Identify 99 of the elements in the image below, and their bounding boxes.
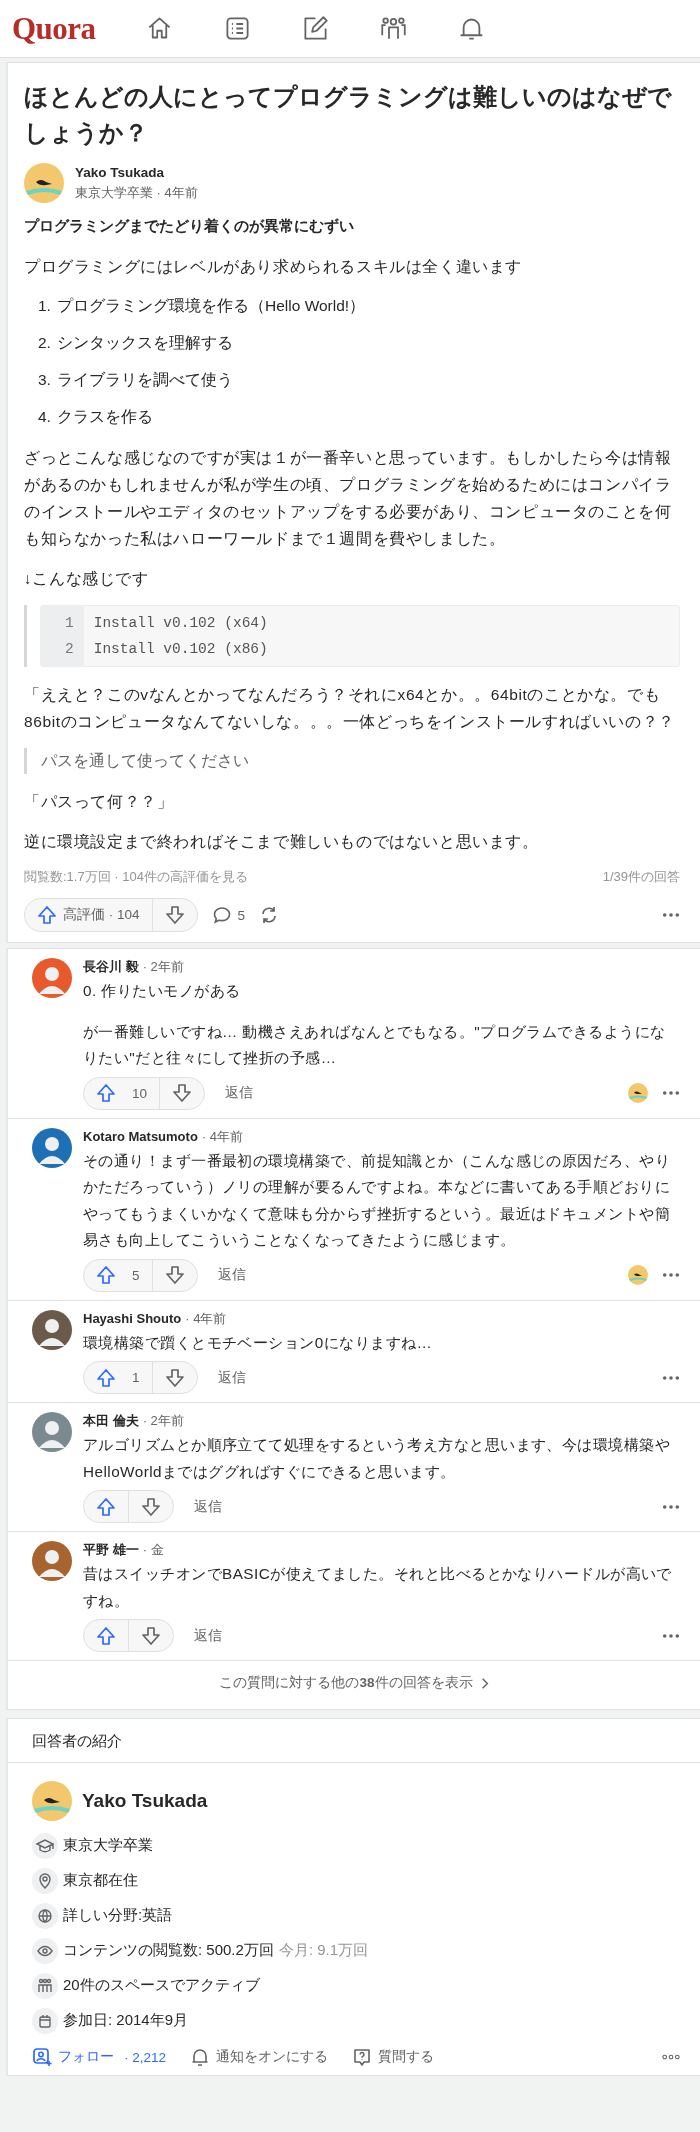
list-number: 4. (38, 407, 52, 427)
upvote-button[interactable]: 5 (84, 1259, 153, 1291)
location-pin-icon (32, 1867, 58, 1894)
author-credential: 東京大学卒業 · 4年前 (75, 184, 198, 202)
question-title[interactable]: ほとんどの人にとってプログラミングは難しいのはなぜでしょうか？ (24, 79, 680, 151)
code-line: Install v0.102 (x86) (93, 640, 268, 659)
list-icon[interactable] (223, 15, 251, 42)
list-item: ライブラリを調べて使う (57, 370, 233, 390)
profile-detail: コンテンツの閲覧数: 500.2万回 (63, 1941, 274, 1960)
people-icon (32, 1972, 58, 1999)
list-item: プログラミング環境を作る（Hello World!） (57, 296, 366, 316)
comment-time: · 金 (142, 1542, 164, 1557)
more-icon[interactable] (662, 1272, 680, 1278)
avatar-icon[interactable] (32, 1309, 72, 1350)
avatar-icon[interactable] (32, 1781, 72, 1821)
calendar-icon (32, 2007, 58, 2034)
profile-detail-extra: 今月: 9.1万回 (278, 1941, 369, 1960)
downvote-icon (141, 1625, 161, 1646)
globe-icon (32, 1902, 58, 1929)
answer-paragraph: 「パスって何？？」 (24, 792, 175, 812)
profile-detail: 東京大学卒業 (63, 1836, 153, 1855)
profile-detail: 詳しい分野:英語 (63, 1906, 173, 1925)
answer-paragraph: プログラミングにはレベルがあり求められるスキルは全く違います (24, 257, 523, 277)
comments-button[interactable]: 5 (203, 905, 254, 925)
more-icon[interactable] (662, 2054, 680, 2060)
question-icon (352, 2047, 373, 2067)
comment-time: · 2年前 (142, 959, 184, 974)
comment-text: 昔はスイッチオンでBASICが使えてました。それと比べるとかなりハードルが高いですね。 (83, 1564, 673, 1611)
chevron-icon (480, 1677, 489, 1689)
line-number: 1 (65, 614, 74, 633)
bell-icon (190, 2047, 211, 2067)
ask-button[interactable]: 質問する (352, 2047, 435, 2067)
line-number: 2 (65, 640, 74, 659)
comment-text: その通り！まず一番最初の環境構築で、前提知識とか（こんな感じの原因だろ、やりかただろっていう）ノリの理解が要るんですよね。本などに書いてある手順どおりにやってもうまくいかなくて意味も分からず挫折するという。最近はドキュメントや簡易さも向上してこういうことなくなってきたように感じます。 (83, 1150, 672, 1250)
blockquote: パスを通して使ってください (24, 748, 680, 774)
more-icon[interactable] (662, 1090, 680, 1096)
answer-paragraph: ざっとこんな感じなのですが実は１が一番辛いと思っています。もしかしたら今は情報があるのかもしれませんが私が学生の頃、プログラミングを始めるためにはコンパイラのインストールやエディタのセットアップをする必要があり、コンピュータのことを何も知らなかった私はハローワールドまで１週間を費やしました。 (24, 448, 673, 549)
profile-name[interactable]: Yako Tsukada (82, 1790, 208, 1812)
commenter-name[interactable]: Hayashi Shouto (83, 1310, 182, 1326)
section-title: 回答者の紹介 (8, 1719, 700, 1763)
upvote-icon (96, 1083, 116, 1103)
list-number: 3. (38, 370, 52, 390)
more-icon[interactable] (662, 1503, 680, 1510)
downvote-icon (141, 1496, 161, 1517)
follow-button[interactable]: フォロー · 2,212 (32, 2047, 167, 2067)
more-icon[interactable] (662, 1632, 680, 1639)
more-icon[interactable] (662, 1374, 680, 1381)
graduation-cap-icon (32, 1832, 58, 1859)
upvote-button[interactable]: 高評価 · 104 (25, 899, 153, 931)
profile-detail: 参加日: 2014年9月 (63, 2011, 189, 2030)
reply-button[interactable]: 返信 (186, 1497, 230, 1516)
comment-time: · 4年前 (185, 1310, 227, 1326)
list-number: 2. (38, 333, 52, 353)
upvote-button[interactable]: 1 (84, 1362, 153, 1393)
comment-time: · 4年前 (201, 1128, 243, 1144)
answer-paragraph: ↓こんな感じです (24, 569, 150, 589)
commenter-name[interactable]: Kotaro Matsumoto (83, 1128, 198, 1144)
list-item: クラスを作る (57, 407, 153, 427)
reply-button[interactable]: 返信 (186, 1626, 230, 1645)
notify-button[interactable]: 通知をオンにする (190, 2047, 329, 2067)
more-icon[interactable] (662, 912, 680, 918)
downvote-icon (172, 1083, 193, 1103)
downvote-icon (164, 1367, 185, 1388)
upvote-icon (96, 1265, 116, 1285)
logo[interactable]: Quora (12, 10, 96, 47)
list-item: シンタックスを理解する (57, 333, 233, 353)
eye-icon (32, 1937, 58, 1964)
commenter-name[interactable]: 平野 雄一 (83, 1542, 139, 1557)
list-number: 1. (38, 296, 52, 316)
answer-heading: プログラミングまでたどり着くのが異常にむずい (24, 216, 355, 237)
avatar-icon[interactable] (24, 163, 64, 203)
downvote-icon (164, 1265, 185, 1285)
comment-text: 環境構築で躓くとモチベーション0になりますね… (83, 1332, 434, 1353)
comment-text: アルゴリズムとか順序立てて処理をするという考え方なと思います、今は環境構築やHelloWorldまではググればすぐにできると思います。 (83, 1435, 672, 1482)
commenter-name[interactable]: 長谷川 毅 (83, 959, 139, 974)
upvote-button[interactable]: 10 (84, 1077, 161, 1109)
answer-paragraph: 逆に環境設定まで終わればそこまで難しいものではないと思います。 (24, 832, 540, 852)
comment-text: が一番難しいですね… 動機さえあればなんとでもなる。"プログラムできるようになりたい"だと往々にして挫折の予感… (83, 1021, 667, 1068)
comment-icon (211, 905, 232, 925)
author-name[interactable]: Yako Tsukada (75, 163, 198, 183)
follow-icon (32, 2047, 52, 2067)
reply-button[interactable]: 返信 (217, 1084, 262, 1102)
reply-button[interactable]: 返信 (209, 1266, 254, 1284)
comment-time: · 2年前 (142, 1413, 184, 1428)
upvote-icon (96, 1625, 116, 1646)
reply-button[interactable]: 返信 (209, 1368, 254, 1387)
code-line: Install v0.102 (x64) (93, 614, 268, 633)
upvote-icon (96, 1496, 116, 1517)
comment-text: 0. 作りたいモノがある (83, 981, 242, 1001)
answer-position: 1/39件の回答 (602, 868, 680, 886)
profile-detail: 20件のスペースでアクティブ (63, 1976, 260, 1995)
people-icon[interactable] (379, 15, 407, 42)
profile-detail: 東京都在住 (63, 1871, 138, 1890)
upvote-icon (96, 1367, 116, 1388)
edit-icon[interactable] (301, 15, 329, 42)
downvote-icon (164, 905, 185, 925)
commenter-name[interactable]: 本田 倫夫 (83, 1413, 139, 1428)
answer-paragraph: 「ええと？このvなんとかってなんだろう？それにx64とか。。64bitのことかな。でも86bitのコンピュータなんてないしな。。。一体どっちをインストールすればいいの？？ (24, 685, 676, 732)
upvote-icon (37, 905, 57, 925)
